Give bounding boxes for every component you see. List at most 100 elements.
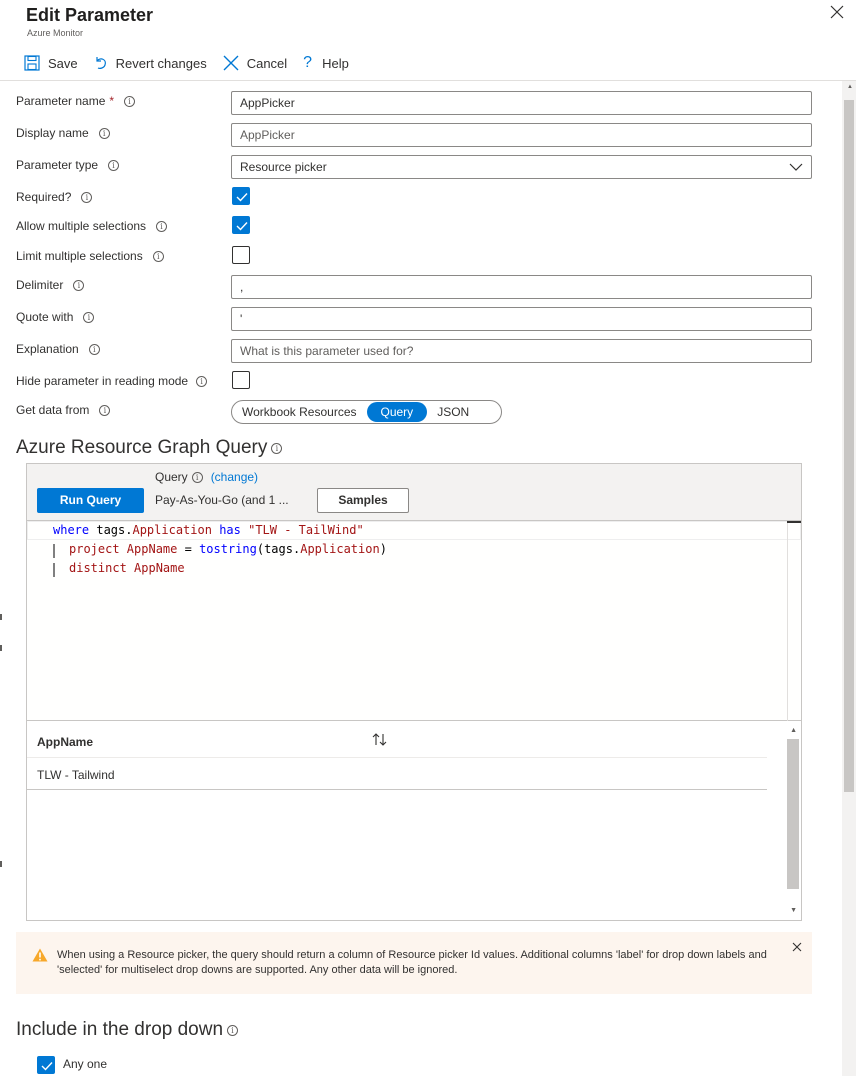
help-label: Help	[322, 55, 349, 71]
sort-icon[interactable]	[371, 732, 389, 748]
change-link[interactable]: (change)	[211, 470, 258, 484]
display-name-text: Display name	[16, 126, 89, 140]
required-asterisk: *	[109, 94, 115, 108]
info-icon[interactable]: i	[196, 375, 208, 387]
info-icon[interactable]: i	[108, 159, 120, 171]
results-scrollbar-thumb[interactable]	[787, 739, 799, 889]
panel-scrollbar-thumb[interactable]	[844, 100, 854, 792]
query-header: Query i (change) Run Query Pay-As-You-Go…	[27, 464, 801, 521]
save-icon	[24, 55, 40, 71]
subscription-selector[interactable]: Pay-As-You-Go (and 1 ...	[155, 493, 289, 507]
info-icon[interactable]: i	[83, 311, 95, 323]
query-section-title: Azure Resource Graph Query	[16, 437, 268, 458]
info-icon[interactable]: i	[156, 220, 168, 232]
allow-multiple-checkbox[interactable]	[232, 216, 250, 234]
revert-changes-button[interactable]: Revert changes	[94, 55, 207, 71]
warning-icon	[32, 948, 48, 962]
panel-subtitle: Azure Monitor	[27, 28, 84, 38]
info-icon[interactable]: i	[227, 1024, 239, 1036]
cancel-button[interactable]: Cancel	[223, 55, 287, 71]
hide-param-text: Hide parameter in reading mode	[16, 374, 189, 388]
save-label: Save	[48, 55, 78, 71]
editor-scrollbar[interactable]	[787, 521, 801, 721]
help-button[interactable]: ? Help	[303, 54, 349, 72]
explanation-text: Explanation	[16, 342, 79, 356]
delimiter-label: Delimiter i	[16, 278, 85, 292]
include-section-heading: Include in the drop down i	[16, 1019, 239, 1041]
checkmark-icon	[236, 222, 248, 231]
quote-with-input[interactable]: '	[231, 307, 812, 331]
option-query[interactable]: Query	[366, 402, 428, 422]
query-results-grid: AppName TLW - Tailwind ▲ ▼	[27, 722, 801, 920]
limit-multiple-label: Limit multiple selections i	[16, 249, 164, 263]
info-icon[interactable]: i	[152, 250, 164, 262]
parameter-name-input[interactable]: AppPicker	[231, 91, 812, 115]
required-label: Required? i	[16, 190, 93, 204]
info-icon[interactable]: i	[81, 191, 93, 203]
delimiter-input[interactable]: ,	[231, 275, 812, 299]
toolbar: Save Revert changes Cancel ? Help	[24, 52, 365, 74]
warning-text: When using a Resource picker, the query …	[57, 949, 767, 976]
row-divider	[27, 789, 767, 790]
close-icon[interactable]	[792, 942, 802, 952]
revert-label: Revert changes	[115, 55, 207, 71]
info-icon[interactable]: i	[99, 404, 111, 416]
info-icon[interactable]: i	[98, 127, 110, 139]
samples-button[interactable]: Samples	[317, 488, 409, 513]
code-line-1: where tags.Application has "TLW - TailWi…	[53, 523, 364, 537]
hide-param-checkbox[interactable]	[232, 371, 250, 389]
panel-title: Edit Parameter	[26, 5, 154, 25]
edge-mark	[0, 645, 2, 651]
edge-mark	[0, 614, 2, 620]
delimiter-text: Delimiter	[16, 278, 64, 292]
info-icon[interactable]: i	[88, 343, 100, 355]
limit-multiple-text: Limit multiple selections	[16, 249, 143, 263]
include-section-title: Include in the drop down	[16, 1019, 224, 1040]
help-icon: ?	[303, 54, 313, 71]
scroll-up-arrow-icon[interactable]: ▲	[790, 727, 797, 734]
warning-message-bar: When using a Resource picker, the query …	[16, 932, 812, 994]
code-line-3: distinct AppName	[69, 561, 185, 575]
pipe-marker	[53, 563, 55, 577]
scroll-up-arrow-icon[interactable]: ▲	[847, 84, 853, 90]
checkmark-icon	[41, 1062, 53, 1071]
parameter-name-text: Parameter name	[16, 94, 106, 108]
editor-scroll-marker	[787, 521, 801, 523]
limit-multiple-checkbox[interactable]	[232, 246, 250, 264]
table-row[interactable]: TLW - Tailwind	[37, 768, 115, 782]
parameter-name-label: Parameter name * i	[16, 94, 136, 108]
parameter-type-text: Parameter type	[16, 158, 99, 172]
checkmark-icon	[236, 193, 248, 202]
allow-multiple-text: Allow multiple selections	[16, 219, 147, 233]
explanation-input[interactable]: What is this parameter used for?	[231, 339, 812, 363]
close-icon[interactable]	[830, 5, 848, 23]
code-line-2: project AppName = tostring(tags.Applicat…	[69, 542, 387, 556]
query-section-heading: Azure Resource Graph Query i	[16, 437, 283, 459]
any-one-checkbox[interactable]	[37, 1056, 55, 1074]
code-editor[interactable]: where tags.Application has "TLW - TailWi…	[27, 521, 801, 721]
column-header-appname[interactable]: AppName	[37, 735, 93, 749]
option-json[interactable]: JSON	[427, 402, 479, 422]
display-name-input[interactable]: AppPicker	[231, 123, 812, 147]
option-workbook-resources[interactable]: Workbook Resources	[232, 402, 367, 422]
parameter-type-dropdown[interactable]: Resource picker	[231, 155, 812, 179]
info-icon[interactable]: i	[271, 442, 283, 454]
parameter-type-label: Parameter type i	[16, 158, 120, 172]
run-query-button[interactable]: Run Query	[37, 488, 144, 513]
cancel-label: Cancel	[246, 55, 288, 71]
cancel-icon	[223, 55, 239, 71]
query-label-row: Query i (change)	[155, 470, 258, 484]
display-name-label: Display name i	[16, 126, 110, 140]
header-divider	[27, 757, 767, 758]
scroll-down-arrow-icon[interactable]: ▼	[790, 907, 797, 914]
save-button[interactable]: Save	[24, 55, 78, 71]
required-checkbox[interactable]	[232, 187, 250, 205]
quote-with-text: Quote with	[16, 310, 74, 324]
info-icon[interactable]: i	[191, 471, 203, 483]
info-icon[interactable]: i	[124, 95, 136, 107]
quote-with-label: Quote with i	[16, 310, 95, 324]
get-data-from-text: Get data from	[16, 403, 90, 417]
get-data-from-toggle: Workbook Resources Query JSON	[231, 400, 502, 424]
hide-param-label: Hide parameter in reading mode i	[16, 374, 208, 388]
info-icon[interactable]: i	[73, 279, 85, 291]
